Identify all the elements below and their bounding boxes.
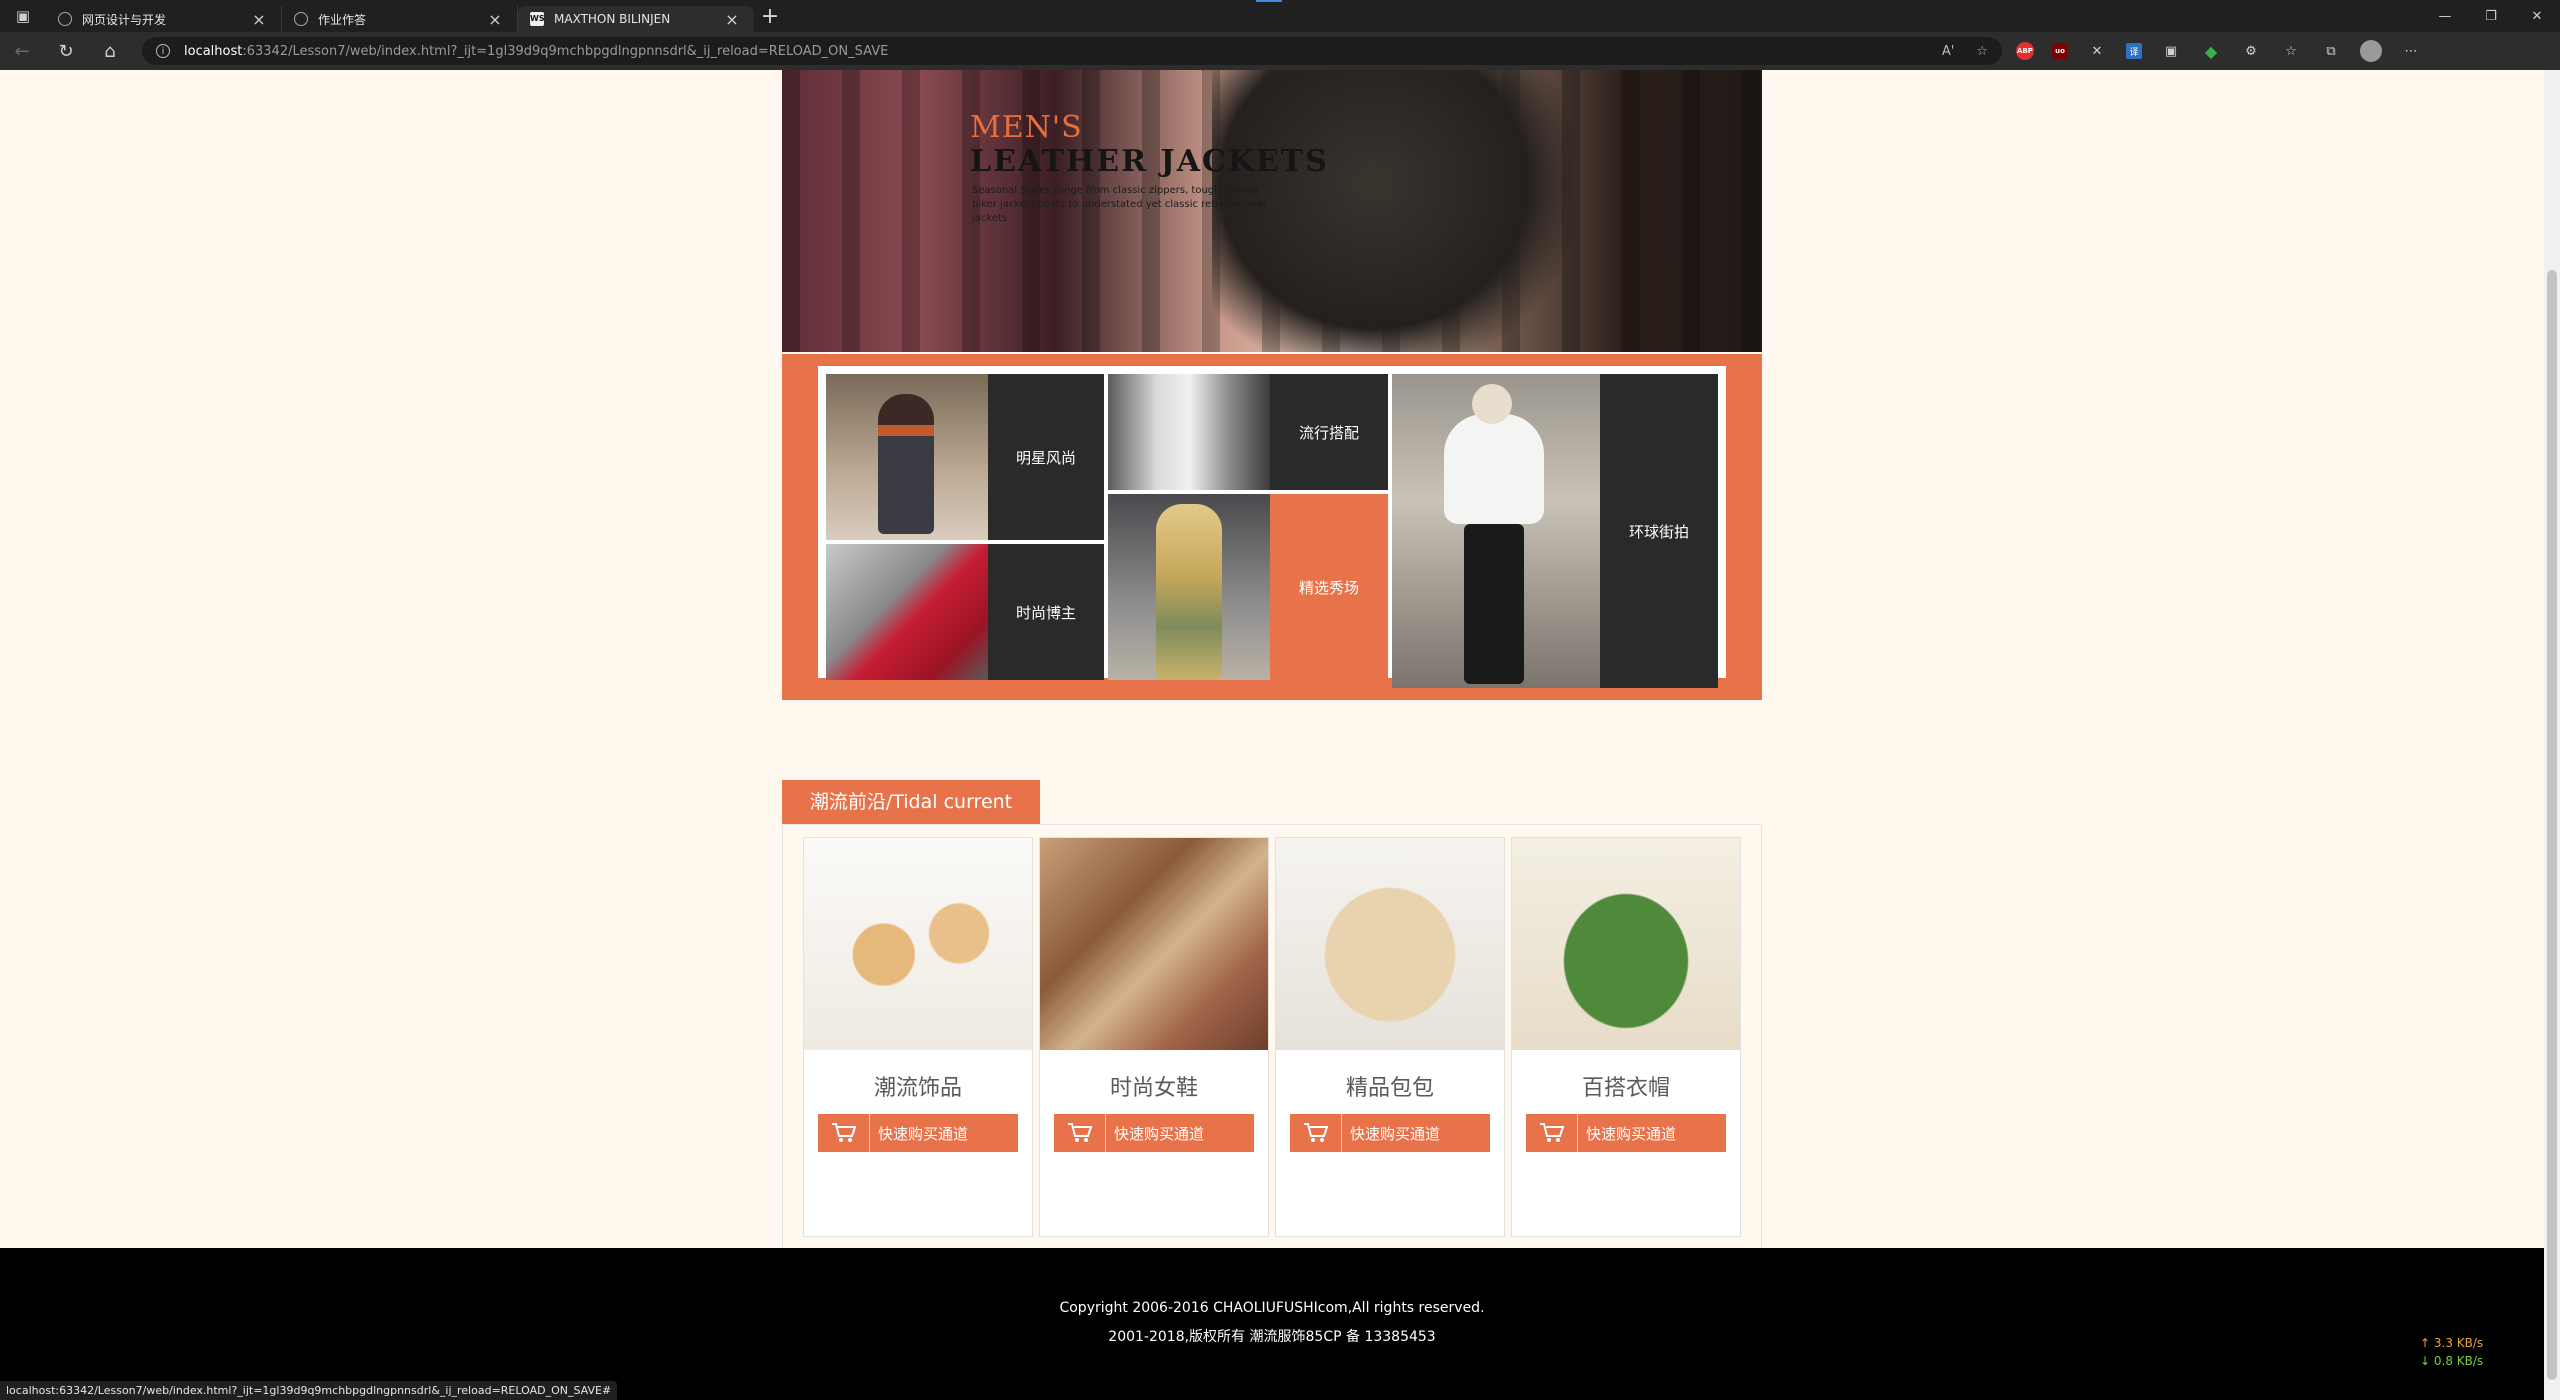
bag-image	[1276, 838, 1504, 1050]
fashion-gallery: 明星风尚 流行搭配 环球街拍 时尚博主 精选秀场	[782, 354, 1762, 700]
tab-label: 网页设计与开发	[82, 12, 167, 27]
product-name: 时尚女鞋	[1109, 1076, 1198, 1101]
tab-maxthon[interactable]: WS MAXTHON BILINJEN ×	[518, 6, 754, 32]
gallery-item-show[interactable]: 精选秀场	[1108, 494, 1388, 680]
tab-homework[interactable]: 作业作答 ×	[282, 6, 518, 32]
gallery-item-street[interactable]: 环球街拍	[1392, 374, 1718, 688]
trend-photo	[1108, 374, 1270, 490]
hat-image	[1512, 838, 1740, 1050]
url-path: :63342/Lesson7/web/index.html?_ijt=1gl39…	[242, 43, 889, 59]
scrollbar-thumb[interactable]	[2547, 270, 2557, 1380]
product-list: 潮流饰品 快速购买通道 时尚女鞋 快速购买通道 精品包包 快速购买通道 百搭衣帽…	[782, 824, 1762, 1252]
gallery-grid: 明星风尚 流行搭配 环球街拍 时尚博主 精选秀场	[818, 366, 1726, 688]
banner-mens-text: MEN'S	[970, 110, 1083, 145]
url-host: localhost	[184, 43, 243, 59]
product-card[interactable]: 精品包包 快速购买通道	[1275, 837, 1505, 1237]
tab-label: MAXTHON BILINJEN	[554, 12, 671, 26]
close-icon[interactable]: ×	[485, 10, 505, 29]
quick-buy-label: 快速购买通道	[878, 1124, 969, 1143]
cart-icon	[1054, 1114, 1106, 1152]
window-controls: — ❐ ✕	[2422, 0, 2560, 32]
back-button[interactable]: ←	[0, 32, 44, 70]
quick-buy-button[interactable]: 快速购买通道	[818, 1114, 1018, 1152]
home-button[interactable]: ⌂	[88, 32, 132, 70]
section-title: 潮流前沿/Tidal current	[782, 780, 1040, 824]
cart-icon	[1526, 1114, 1578, 1152]
product-card[interactable]: 百搭衣帽 快速购买通道	[1511, 837, 1741, 1237]
gallery-item-star[interactable]: 明星风尚	[826, 374, 1104, 540]
restore-icon[interactable]: ❐	[2468, 0, 2514, 32]
upload-speed: ↑ 3.3 KB/s	[2420, 1336, 2484, 1350]
refresh-button[interactable]: ↻	[44, 32, 88, 70]
translate-icon[interactable]: 译	[2126, 43, 2142, 59]
network-speed: ↑ 3.3 KB/s ↓ 0.8 KB/s	[2420, 1334, 2483, 1370]
minimize-icon[interactable]: —	[2422, 0, 2468, 32]
product-name: 精品包包	[1345, 1076, 1434, 1101]
gallery-item-blogger[interactable]: 时尚博主	[826, 544, 1104, 680]
banner-description: Seasonal Styles range from classic zippe…	[972, 185, 1268, 224]
loading-indicator	[1256, 0, 1282, 2]
more-menu-icon[interactable]: ⋯	[2400, 40, 2422, 62]
product-card[interactable]: 潮流饰品 快速购买通道	[803, 837, 1033, 1237]
extension-x-icon[interactable]: ✕	[2086, 40, 2108, 62]
collections-icon[interactable]: ⧉	[2320, 40, 2342, 62]
quick-buy-button[interactable]: 快速购买通道	[1526, 1114, 1726, 1152]
ublock-icon[interactable]: uo	[2052, 43, 2068, 59]
tab-web-design[interactable]: 网页设计与开发 ×	[46, 6, 282, 32]
show-photo	[1108, 494, 1270, 680]
favorites-icon[interactable]: ☆	[2280, 40, 2302, 62]
webstorm-icon: WS	[530, 12, 545, 26]
banner-title: LEATHER JACKETS	[970, 144, 1329, 179]
blogger-photo	[826, 544, 988, 680]
gallery-label: 明星风尚	[988, 374, 1104, 540]
favorite-star-icon[interactable]: ☆	[1976, 44, 1988, 59]
screenshot-icon[interactable]: ▣	[2160, 40, 2182, 62]
read-aloud-icon[interactable]: A'	[1942, 44, 1954, 59]
quick-buy-label: 快速购买通道	[1350, 1124, 1441, 1143]
globe-icon	[294, 12, 308, 26]
cart-icon	[1290, 1114, 1342, 1152]
tab-actions-icon[interactable]: ▣	[0, 0, 46, 32]
gallery-item-trend[interactable]: 流行搭配	[1108, 374, 1388, 490]
tab-label: 作业作答	[318, 12, 367, 27]
quick-buy-label: 快速购买通道	[1114, 1124, 1205, 1143]
adblock-plus-icon[interactable]: ABP	[2016, 42, 2034, 60]
quick-buy-label: 快速购买通道	[1586, 1124, 1677, 1143]
product-name: 潮流饰品	[873, 1076, 962, 1101]
gallery-label: 流行搭配	[1270, 374, 1388, 490]
footer-icp: 2001-2018,版权所有 潮流服饰85CP 备 13385453	[1108, 1329, 1436, 1345]
product-name: 百搭衣帽	[1581, 1076, 1670, 1101]
shoes-image	[1040, 838, 1268, 1050]
gallery-label: 时尚博主	[988, 544, 1104, 680]
cart-icon	[818, 1114, 870, 1152]
globe-icon	[58, 12, 72, 26]
quick-buy-button[interactable]: 快速购买通道	[1054, 1114, 1254, 1152]
star-photo	[826, 374, 988, 540]
page-content: MEN'S LEATHER JACKETS Seasonal Styles ra…	[0, 70, 2544, 1400]
footer-copyright: Copyright 2006-2016 CHAOLIUFUSHIcom,All …	[1059, 1300, 1485, 1316]
green-leaf-icon[interactable]: ◆	[2200, 40, 2222, 62]
product-card[interactable]: 时尚女鞋 快速购买通道	[1039, 837, 1269, 1237]
url-input[interactable]: i localhost :63342/Lesson7/web/index.htm…	[142, 37, 2002, 65]
accessory-image	[804, 838, 1032, 1050]
extensions-bar: ABP uo ✕ 译 ▣ ◆ ⚙ ☆ ⧉ ⋯	[2016, 40, 2422, 62]
street-photo	[1392, 374, 1600, 688]
gallery-label: 精选秀场	[1270, 494, 1388, 680]
close-icon[interactable]: ×	[722, 10, 742, 29]
profile-avatar[interactable]	[2360, 40, 2382, 62]
footer: Copyright 2006-2016 CHAOLIUFUSHIcom,All …	[0, 1248, 2544, 1400]
close-window-icon[interactable]: ✕	[2514, 0, 2560, 32]
new-tab-button[interactable]: +	[754, 0, 786, 32]
hero-banner: MEN'S LEATHER JACKETS Seasonal Styles ra…	[782, 70, 1762, 352]
info-icon[interactable]: i	[156, 44, 170, 58]
tab-bar: ▣ 网页设计与开发 × 作业作答 × WS MAXTHON BILINJEN ×…	[0, 0, 2560, 32]
address-bar: ← ↻ ⌂ i localhost :63342/Lesson7/web/ind…	[0, 32, 2560, 70]
close-icon[interactable]: ×	[249, 10, 269, 29]
status-bar-url: localhost:63342/Lesson7/web/index.html?_…	[0, 1381, 618, 1400]
quick-buy-button[interactable]: 快速购买通道	[1290, 1114, 1490, 1152]
download-speed: ↓ 0.8 KB/s	[2420, 1354, 2484, 1368]
extensions-icon[interactable]: ⚙	[2240, 40, 2262, 62]
gallery-label: 环球街拍	[1600, 374, 1718, 688]
